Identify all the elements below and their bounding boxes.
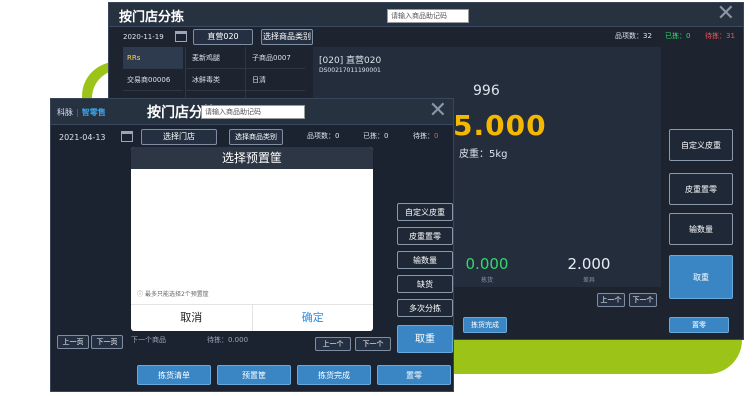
tare-zero-button[interactable]: 皮重置零 [669,173,733,205]
front-pending-value: 0 [434,132,439,140]
back-zero-button[interactable]: 置零 [669,317,729,333]
out-of-stock-button[interactable]: 缺货 [397,275,453,293]
front-next-button[interactable]: 下一个 [355,337,391,351]
dialog-hint-text: 最多只能选择2个预置筐 [144,291,209,298]
product-code: 996 [473,83,500,99]
input-quantity-button[interactable]: 输数量 [669,213,733,245]
dialog-body: ⓘ 最多只能选择2个预置筐 [131,169,373,305]
goods-cell: 冰鲜毒类 [185,69,245,90]
prev-page-button[interactable]: 上一页 [57,335,89,349]
back-search-input[interactable]: 请输入商品助记码 [387,9,469,23]
front-prev-button[interactable]: 上一个 [315,337,351,351]
dialog-confirm-button[interactable]: 确定 [253,305,374,331]
sidebar-item[interactable]: RRs [123,47,183,69]
divider: | [76,107,79,117]
goods-row[interactable]: 冰鲜毒类 日清 [185,69,305,91]
brand-name: 科脉 [57,107,73,117]
back-count-label: 品项数：32 [615,32,652,40]
goods-cell: 子商品0007 [245,47,305,68]
pick-list-button[interactable]: 拣货清单 [137,365,211,385]
back-prev-button[interactable]: 上一个 [597,293,625,307]
dialog-title: 选择预置筐 [131,147,373,169]
close-icon[interactable]: ✕ [429,100,447,122]
front-custom-tare-button[interactable]: 自定义皮重 [397,203,453,221]
front-tare-zero-button[interactable]: 皮重置零 [397,227,453,245]
front-date[interactable]: 2021-04-13 [59,133,106,142]
pick-finish-button[interactable]: 拣货完成 [297,365,371,385]
back-date[interactable]: 2020-11-19 [123,33,164,41]
goods-row[interactable]: 麦新鸡腿 子商品0007 [185,47,305,69]
tare-label: 皮重：5kg [459,149,508,160]
back-pending-label: 待拣：31 [705,32,735,40]
take-weight-button[interactable]: 取重 [669,255,733,299]
front-take-weight-button[interactable]: 取重 [397,325,453,353]
info-icon: ⓘ [137,291,144,298]
picked-label: 拣货 [480,277,493,284]
back-finish-button[interactable]: 拣货完成 [463,317,507,333]
goods-cell: 麦新鸡腿 [185,47,245,68]
brand-logo: 科脉 | 智零售 [57,105,106,119]
back-next-button[interactable]: 下一个 [629,293,657,307]
preset-basket-dialog: 选择预置筐 ⓘ 最多只能选择2个预置筐 取消 确定 [131,147,373,331]
dialog-cancel-button[interactable]: 取消 [131,305,253,331]
close-icon[interactable]: ✕ [717,3,735,25]
picked-value: 0.000 [465,255,509,273]
front-input-quantity-button[interactable]: 输数量 [397,251,453,269]
back-window-title: 按门店分拣 [119,10,185,25]
front-pending-label: 待拣：0 [413,131,438,141]
front-done-label: 已拣：0 [363,132,389,140]
dialog-hint: ⓘ 最多只能选择2个预置筐 [137,289,209,298]
front-window: 科脉 | 智零售 按门店分拣 请输入商品助记码 ✕ 2021-04-13 选择门… [50,98,454,392]
select-category-button[interactable]: 选择商品类别 [229,129,283,145]
brand-name-2: 智零售 [81,107,106,117]
front-search-input[interactable]: 请输入商品助记码 [201,105,305,119]
front-count-label: 品项数：0 [307,132,340,140]
next-page-button[interactable]: 下一页 [91,335,123,349]
multi-pick-button[interactable]: 多次分拣 [397,299,453,317]
calendar-icon[interactable] [121,131,133,142]
weight-value: 5.000 [453,109,547,142]
back-done-label: 已拣：0 [665,32,691,40]
next-goods-label: 下一个商品 [131,336,166,344]
sidebar-item[interactable]: 交易商00006 [123,69,183,91]
front-zero-button[interactable]: 置零 [377,365,451,385]
goods-cell: 日清 [245,69,305,90]
preset-basket-button[interactable]: 预置筐 [217,365,291,385]
order-number: DS00217011190001 [319,67,381,74]
front-titlebar: 科脉 | 智零售 按门店分拣 请输入商品助记码 ✕ [51,99,453,125]
diff-value: 2.000 [567,255,611,273]
diff-label: 差异 [582,277,595,284]
select-store-button[interactable]: 选择门店 [141,129,217,145]
back-category-button[interactable]: 选择商品类别 [261,29,313,45]
dialog-footer: 取消 确定 [131,305,373,331]
custom-tare-button[interactable]: 自定义皮重 [669,129,733,161]
calendar-icon[interactable] [175,31,187,42]
back-titlebar: 按门店分拣 请输入商品助记码 ✕ [109,3,743,27]
front-pending-text: 待拣： [413,132,434,140]
customer-title: [020] 直营020 [319,56,382,66]
to-pick-label: 待拣：0.000 [207,336,249,344]
back-store-button[interactable]: 直营020 [193,29,253,45]
